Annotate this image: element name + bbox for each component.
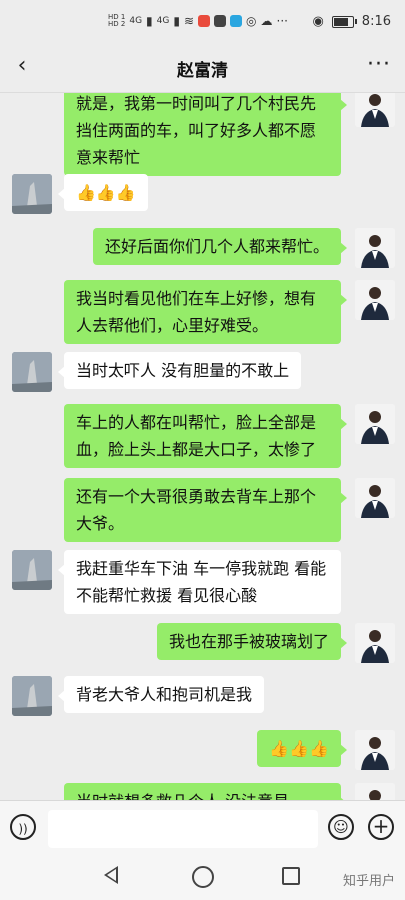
signal-bars-icon: ▮ <box>173 14 180 28</box>
more-dots-icon: ··· <box>276 14 288 28</box>
contact-avatar[interactable] <box>12 550 52 590</box>
input-bar: )) ☺ + <box>0 800 405 857</box>
more-options-icon[interactable]: ··· <box>367 52 391 77</box>
voice-icon[interactable]: )) <box>10 814 36 840</box>
message-row: 还好后面你们几个人都来帮忙。 <box>92 228 348 265</box>
battery-icon <box>331 15 357 28</box>
message-row: 就是，我第一时间叫了几个村民先挡住两面的车，叫了好多人都不愿意来帮忙 <box>64 93 347 176</box>
message-bubble-outgoing[interactable]: 当时就想多救几个人 没法意見 <box>64 783 347 800</box>
nav-recent-icon[interactable] <box>282 867 300 885</box>
my-avatar[interactable] <box>355 404 395 444</box>
status-right: ◉ 8:16 <box>312 14 391 29</box>
message-bubble-outgoing[interactable]: 还有一个大哥很勇敢去背车上那个大爷。 <box>64 478 347 542</box>
contact-avatar[interactable] <box>12 352 52 392</box>
clock: 8:16 <box>361 14 391 29</box>
chat-area[interactable]: 就是，我第一时间叫了几个村民先挡住两面的车，叫了好多人都不愿意来帮忙 👍👍👍 还… <box>0 93 405 800</box>
message-bubble-outgoing[interactable]: 还好后面你们几个人都来帮忙。 <box>92 228 348 265</box>
app-notification-icon <box>230 15 243 27</box>
signal-bars-icon: ▮ <box>146 14 153 28</box>
my-avatar[interactable] <box>355 730 395 770</box>
my-avatar[interactable] <box>355 280 395 320</box>
my-avatar[interactable] <box>355 783 395 800</box>
status-left: HD 1 HD 2 4G ▮ 4G ▮ ≋ ◎ ☁ ··· <box>108 14 288 29</box>
message-row: 还有一个大哥很勇敢去背车上那个大爷。 <box>64 478 347 542</box>
app-notification-icon <box>198 15 211 27</box>
chat-title: 赵富清 <box>177 61 228 81</box>
message-row: 当时太吓人 没有胆量的不敢上 <box>57 352 302 389</box>
message-bubble-outgoing[interactable]: 我也在那手被玻璃划了 <box>156 623 348 660</box>
wechat-icon: ◎ <box>246 14 257 28</box>
message-bubble-incoming[interactable]: 当时太吓人 没有胆量的不敢上 <box>57 352 302 389</box>
message-row: 👍👍👍 <box>257 730 347 767</box>
nav-home-icon[interactable] <box>192 866 214 888</box>
message-row: 👍👍👍 <box>58 174 148 211</box>
eye-icon: ◉ <box>312 14 324 29</box>
message-bubble-outgoing[interactable]: 👍👍👍 <box>257 730 347 767</box>
status-bar: HD 1 HD 2 4G ▮ 4G ▮ ≋ ◎ ☁ ··· ◉ 8:16 <box>0 0 405 42</box>
plus-icon[interactable]: + <box>368 814 394 840</box>
message-bubble-incoming[interactable]: 背老大爷人和抱司机是我 <box>57 676 265 713</box>
my-avatar[interactable] <box>355 623 395 663</box>
message-row: 我也在那手被玻璃划了 <box>156 623 348 660</box>
app-notification-icon <box>214 15 227 27</box>
hd-indicator: HD 1 HD 2 <box>108 14 125 28</box>
contact-avatar[interactable] <box>12 676 52 716</box>
wifi-icon: ≋ <box>183 14 195 28</box>
message-row: 当时就想多救几个人 没法意見 <box>64 783 347 800</box>
my-avatar[interactable] <box>355 478 395 518</box>
signal2-label: 4G <box>156 16 170 26</box>
cloud-icon: ☁ <box>260 14 273 28</box>
system-nav-bar: 知乎用户 <box>0 856 405 900</box>
emoji-icon[interactable]: ☺ <box>328 814 354 840</box>
contact-avatar[interactable] <box>12 174 52 214</box>
message-row: 背老大爷人和抱司机是我 <box>57 676 265 713</box>
nav-back-icon[interactable] <box>104 866 118 884</box>
message-row: 我当时看见他们在车上好惨，想有人去帮他们，心里好难受。 <box>64 280 347 344</box>
message-bubble-incoming[interactable]: 👍👍👍 <box>58 174 148 211</box>
message-bubble-outgoing[interactable]: 我当时看见他们在车上好惨，想有人去帮他们，心里好难受。 <box>64 280 347 344</box>
watermark: 知乎用户 <box>342 874 395 889</box>
my-avatar[interactable] <box>355 228 395 268</box>
signal1-label: 4G <box>129 16 143 26</box>
message-bubble-outgoing[interactable]: 就是，我第一时间叫了几个村民先挡住两面的车，叫了好多人都不愿意来帮忙 <box>64 93 347 176</box>
message-bubble-incoming[interactable]: 我赶重华车下油 车一停我就跑 看能不能帮忙救援 看见很心酸 <box>58 550 341 614</box>
hd-bottom-label: HD 2 <box>108 20 126 28</box>
message-row: 车上的人都在叫帮忙，脸上全部是血，脸上头上都是大口子，太惨了 <box>64 404 347 468</box>
chat-header: ‹ 赵富清 ··· <box>0 42 405 93</box>
my-avatar[interactable] <box>355 93 395 127</box>
message-bubble-outgoing[interactable]: 车上的人都在叫帮忙，脸上全部是血，脸上头上都是大口子，太惨了 <box>64 404 347 468</box>
message-row: 我赶重华车下油 车一停我就跑 看能不能帮忙救援 看见很心酸 <box>58 550 341 614</box>
message-input[interactable] <box>48 810 318 848</box>
